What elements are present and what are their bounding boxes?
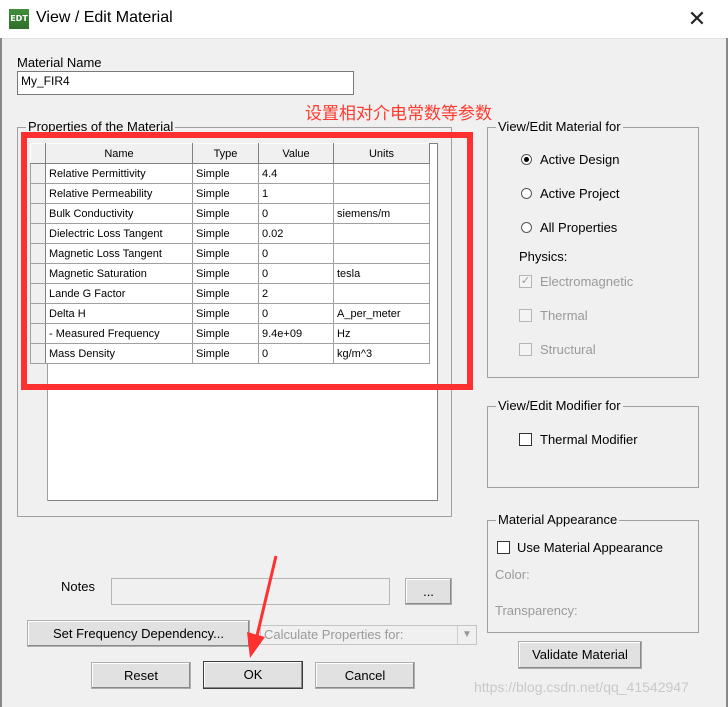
notes-label: Notes	[61, 579, 95, 594]
radio-active-project[interactable]	[521, 188, 532, 199]
close-icon[interactable]: ✕	[682, 4, 712, 34]
material-name-input[interactable]: My_FIR4	[17, 71, 354, 95]
annotation-highlight-box	[21, 132, 473, 390]
modifier-group-title: View/Edit Modifier for	[496, 398, 623, 413]
radio-all-properties[interactable]	[521, 222, 532, 233]
checkbox-structural-label: Structural	[540, 342, 596, 357]
cancel-button[interactable]: Cancel	[315, 662, 415, 689]
reset-button[interactable]: Reset	[91, 662, 191, 689]
checkbox-thermal[interactable]	[519, 309, 532, 322]
material-name-label: Material Name	[17, 55, 102, 70]
checkbox-use-appearance-label[interactable]: Use Material Appearance	[517, 540, 663, 555]
checkbox-use-appearance[interactable]	[497, 541, 510, 554]
chevron-down-icon[interactable]: ▼	[457, 626, 476, 644]
radio-active-project-label[interactable]: Active Project	[540, 186, 619, 201]
notes-browse-button[interactable]: ...	[405, 578, 452, 605]
radio-all-properties-label[interactable]: All Properties	[540, 220, 617, 235]
calculate-properties-combo[interactable]: Calculate Properties for: ▼	[260, 625, 477, 645]
radio-active-design[interactable]	[521, 154, 532, 165]
ok-button[interactable]: OK	[203, 661, 303, 689]
validate-material-button[interactable]: Validate Material	[518, 641, 642, 669]
window-frame-left	[0, 38, 2, 707]
appearance-group-title: Material Appearance	[496, 512, 620, 527]
checkbox-electromagnetic[interactable]: ✓	[519, 275, 532, 288]
set-frequency-dependency-button[interactable]: Set Frequency Dependency...	[27, 620, 250, 647]
window-title: View / Edit Material	[36, 9, 173, 26]
color-label: Color:	[495, 567, 530, 582]
modifier-group	[487, 406, 699, 488]
watermark: https://blog.csdn.net/qq_41542947	[474, 679, 689, 695]
checkbox-thermal-modifier-label[interactable]: Thermal Modifier	[540, 432, 638, 447]
checkbox-electromagnetic-label: Electromagnetic	[540, 274, 634, 289]
annotation-text: 设置相对介电常数等参数	[305, 104, 492, 123]
notes-input[interactable]	[111, 578, 390, 605]
physics-label: Physics:	[519, 249, 568, 264]
transparency-label: Transparency:	[495, 603, 578, 618]
title-bar: EDT View / Edit Material ✕	[0, 0, 728, 39]
checkbox-structural[interactable]	[519, 343, 532, 356]
view-edit-material-title: View/Edit Material for	[496, 119, 623, 134]
radio-active-design-label[interactable]: Active Design	[540, 152, 619, 167]
calculate-properties-label: Calculate Properties for:	[264, 627, 404, 642]
checkbox-thermal-modifier[interactable]	[519, 433, 532, 446]
app-icon: EDT	[9, 9, 29, 29]
checkbox-thermal-label: Thermal	[540, 308, 588, 323]
